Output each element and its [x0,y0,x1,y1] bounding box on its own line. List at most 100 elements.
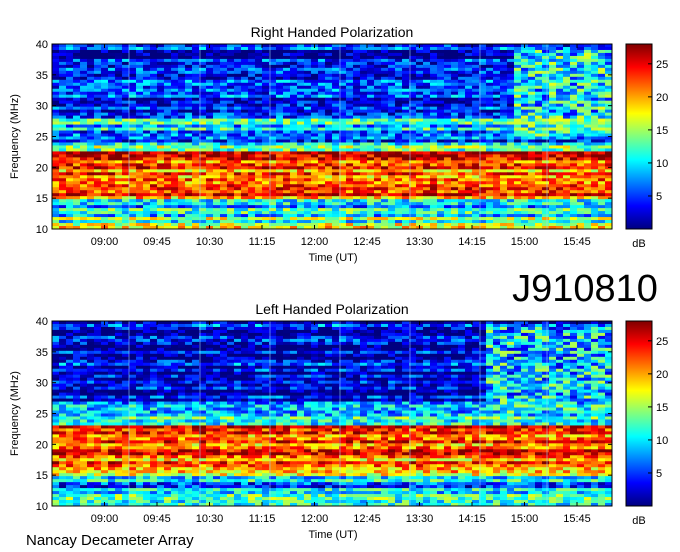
heatmap-cell [192,136,200,140]
heatmap-cell [318,157,326,161]
heatmap-cell [451,121,459,125]
heatmap-cell [388,115,396,119]
heatmap-cell [206,127,214,131]
heatmap-cell [521,103,529,108]
heatmap-cell [129,223,137,227]
heatmap-cell [248,220,256,224]
heatmap-cell [283,46,291,51]
heatmap-cell [129,157,137,161]
heatmap-cell [283,169,291,173]
heatmap-cell [570,205,578,209]
heatmap-cell [262,52,270,57]
heatmap-cell [262,190,270,194]
heatmap-cell [80,124,88,128]
heatmap-cell [514,82,522,87]
heatmap-cell [500,217,508,221]
heatmap-cell [521,199,529,203]
heatmap-cell [472,130,480,134]
heatmap-cell [290,79,298,84]
heatmap-cell [108,70,116,75]
heatmap-cell [472,97,480,102]
heatmap-cell [66,103,74,108]
heatmap-cell [360,49,368,54]
heatmap-cell [332,214,340,218]
heatmap-cell [220,58,228,63]
heatmap-cell [388,76,396,81]
heatmap-cell [605,145,613,149]
heatmap-cell [185,169,193,173]
heatmap-cell [472,103,480,108]
heatmap-cell [584,142,592,146]
heatmap-cell [150,133,158,137]
heatmap-cell [276,85,284,90]
heatmap-cell [577,166,585,170]
heatmap-cell [94,88,102,93]
heatmap-cell [486,196,494,200]
heatmap-cell [255,118,263,122]
heatmap-cell [486,58,494,63]
heatmap-cell [220,127,228,131]
heatmap-cell [115,64,123,69]
heatmap-cell [150,112,158,117]
heatmap-cell [115,157,123,161]
heatmap-cell [73,148,81,152]
heatmap-cell [535,133,543,137]
heatmap-cell [507,196,515,200]
heatmap-cell [353,199,361,203]
heatmap-cell [416,199,424,203]
heatmap-cell [94,196,102,200]
heatmap-cell [493,97,501,102]
heatmap-cell [143,157,151,161]
heatmap-cell [430,46,438,51]
heatmap-cell [514,220,522,224]
heatmap-cell [416,169,424,173]
heatmap-cell [451,55,459,60]
heatmap-cell [360,109,368,114]
heatmap-cell [444,52,452,57]
heatmap-cell [213,64,221,69]
heatmap-cell [73,67,81,72]
heatmap-cell [164,61,172,66]
heatmap-cell [542,139,550,143]
heatmap-cell [577,214,585,218]
heatmap-cell [213,214,221,218]
heatmap-cell [486,220,494,224]
heatmap-cell [136,121,144,125]
heatmap-cell [444,145,452,149]
heatmap-cell [108,130,116,134]
heatmap-cell [416,187,424,191]
heatmap-cell [486,88,494,93]
heatmap-cell [318,100,326,105]
heatmap-cell [598,46,606,51]
heatmap-cell [416,121,424,125]
heatmap-cell [360,175,368,179]
heatmap-cell [535,118,543,122]
heatmap-cell [360,211,368,215]
heatmap-cell [353,148,361,152]
heatmap-cell [213,103,221,108]
heatmap-cell [255,124,263,128]
heatmap-cell [94,94,102,99]
heatmap-cell [185,58,193,63]
heatmap-cell [332,148,340,152]
heatmap-cell [528,205,536,209]
heatmap-cell [115,58,123,63]
heatmap-cell [549,73,557,78]
heatmap-cell [493,160,501,164]
heatmap-cell [115,73,123,78]
heatmap-cell [311,145,319,149]
heatmap-cell [94,67,102,72]
heatmap-cell [143,115,151,119]
heatmap-cell [486,178,494,182]
heatmap-cell [388,145,396,149]
heatmap-cell [584,49,592,54]
heatmap-cell [171,58,179,63]
heatmap-cell [297,190,305,194]
heatmap-cell [234,190,242,194]
heatmap-cell [115,187,123,191]
heatmap-cell [591,109,599,114]
heatmap-cell [122,127,130,131]
heatmap-cell [444,115,452,119]
heatmap-cell [318,91,326,96]
heatmap-cell [346,58,354,63]
